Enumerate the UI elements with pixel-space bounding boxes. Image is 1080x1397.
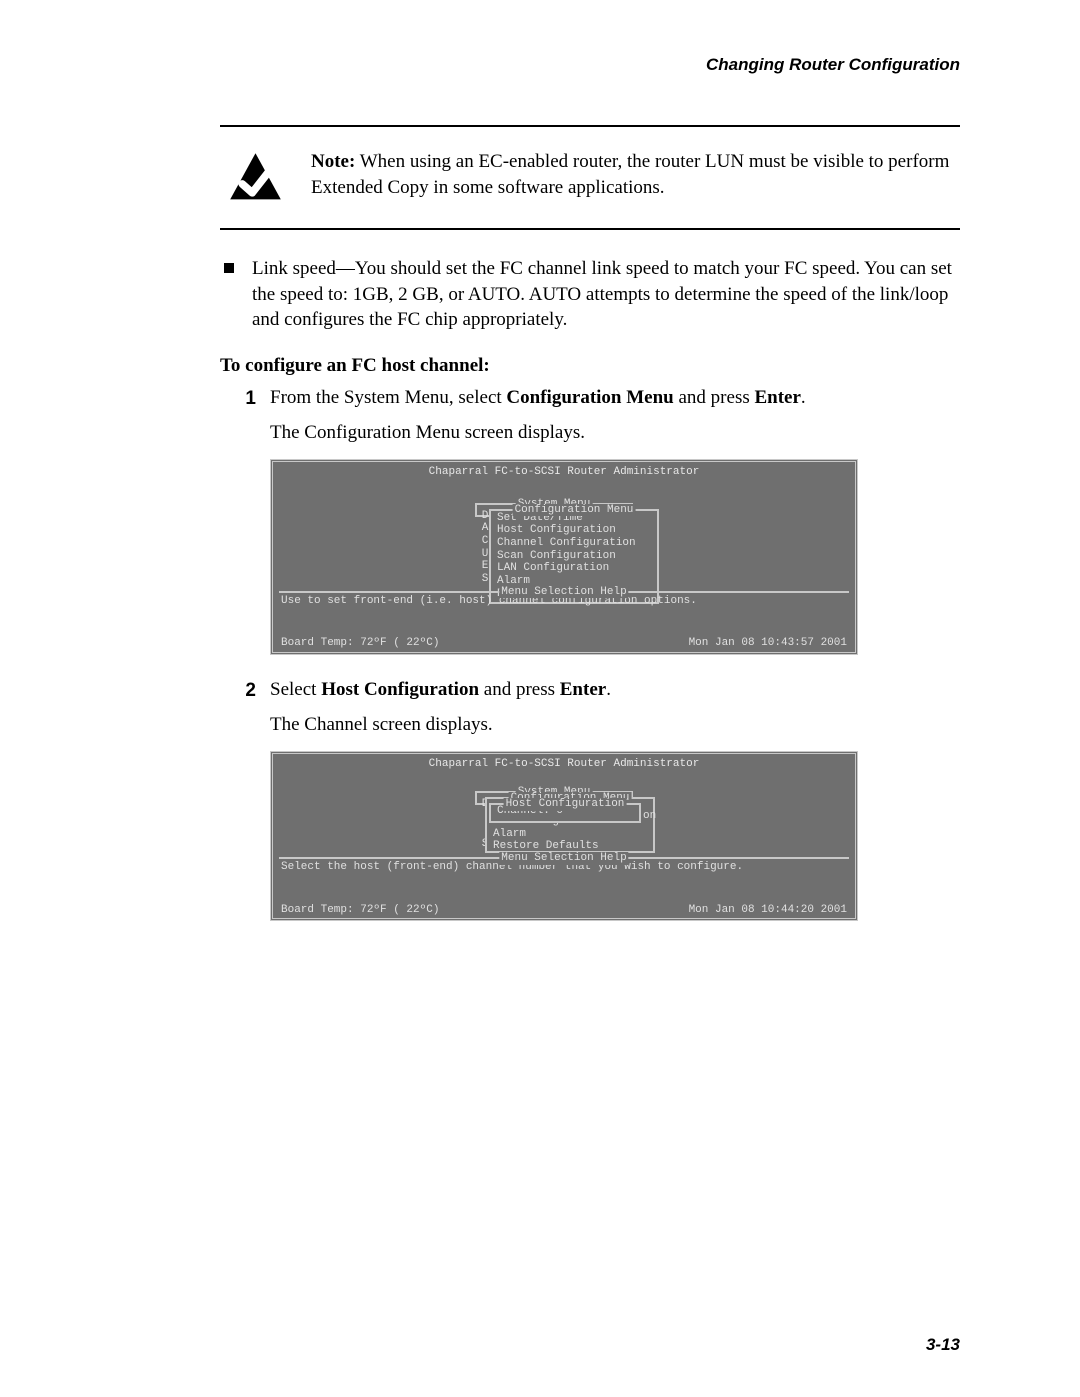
step-1-bold1: Configuration Menu [506,387,673,408]
terminal-screenshot-1: Chaparral FC-to-SCSI Router Administrato… [270,459,858,655]
term2-on-fragment: on [643,810,656,823]
term1-title: Chaparral FC-to-SCSI Router Administrato… [279,466,849,479]
bullet-link-speed: Link speed—You should set the FC channel… [220,256,960,333]
sub-heading: To configure an FC host channel: [220,355,960,377]
step-1-body: From the System Menu, select Configurati… [270,385,960,411]
term2-help-label: Menu Selection Help [499,852,628,865]
step-2-body: Select Host Configuration and press Ente… [270,677,960,703]
term1-stage: System Menu D A C U E S Configuration Me… [279,481,849,589]
bullet-square-icon [224,263,234,273]
term2-status-right: Mon Jan 08 10:44:20 2001 [689,904,847,917]
term2-host-config-label: Host Configuration [504,798,627,811]
step-1-bold2: Enter [754,387,800,408]
step-1: 1 From the System Menu, select Configura… [232,385,960,412]
term2-host-config-window: Host Configuration Channel: 0 [489,803,641,823]
step-1-follow: The Configuration Menu screen displays. [270,420,960,446]
rule-bottom [220,228,960,230]
note-block: Note: When using an EC-enabled router, t… [220,127,960,228]
step-1-lead: From the System Menu, select [270,387,506,408]
step-2-lead: Select [270,679,321,700]
term1-status-right: Mon Jan 08 10:43:57 2001 [689,637,847,650]
term1-help: Menu Selection Help Use to set front-end… [279,591,849,636]
term1-status-left: Board Temp: 72ºF ( 22ºC) [281,637,439,650]
step-1-tail: . [801,387,806,408]
step-2-bold1: Host Configuration [321,679,479,700]
bullet-text: Link speed—You should set the FC channel… [252,256,960,333]
note-label: Note: [311,151,355,172]
term2-help: Menu Selection Help Select the host (fro… [279,857,849,902]
step-2-number: 2 [232,678,256,704]
step-1-number: 1 [232,386,256,412]
step-2-mid: and press [479,679,560,700]
term2-title: Chaparral FC-to-SCSI Router Administrato… [279,758,849,771]
page: Changing Router Configuration Note: When… [0,0,1080,1397]
note-body: When using an EC-enabled router, the rou… [311,151,949,198]
terminal-screenshot-2: Chaparral FC-to-SCSI Router Administrato… [270,751,858,921]
term2-status: Board Temp: 72ºF ( 22ºC) Mon Jan 08 10:4… [279,902,849,917]
step-2-bold2: Enter [560,679,606,700]
term1-help-label: Menu Selection Help [499,586,628,599]
term2-stage: System Menu D S Configuration Menu LAN C… [279,773,849,855]
page-number: 3-13 [926,1335,960,1355]
term2-status-left: Board Temp: 72ºF ( 22ºC) [281,904,439,917]
step-2-tail: . [606,679,611,700]
step-1-mid: and press [674,387,755,408]
body-area: Note: When using an EC-enabled router, t… [220,125,960,921]
step-2: 2 Select Host Configuration and press En… [232,677,960,704]
term1-config-menu-label: Configuration Menu [513,504,636,517]
note-text: Note: When using an EC-enabled router, t… [311,149,960,200]
step-2-follow: The Channel screen displays. [270,712,960,738]
running-header: Changing Router Configuration [120,55,960,75]
note-checkmark-icon [228,151,283,206]
term1-status: Board Temp: 72ºF ( 22ºC) Mon Jan 08 10:4… [279,635,849,650]
